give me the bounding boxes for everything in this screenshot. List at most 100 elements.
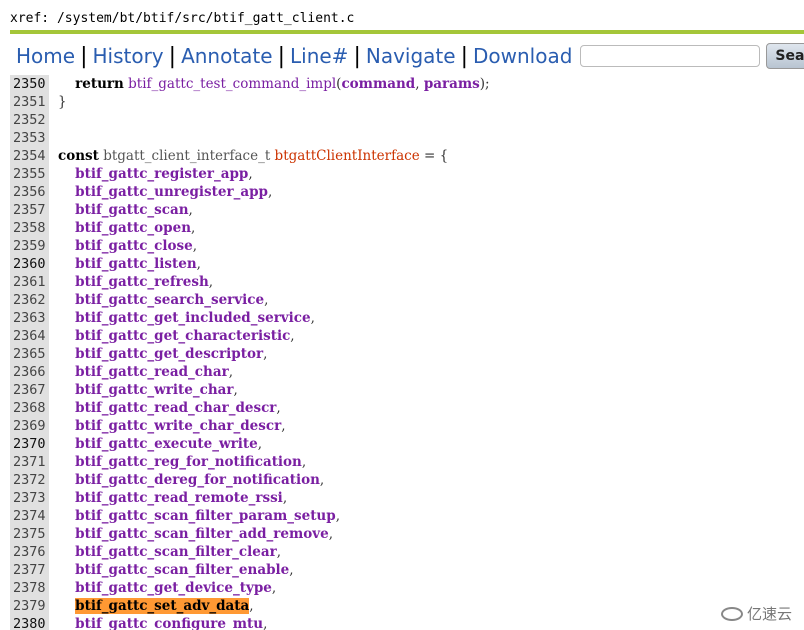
line-number[interactable]: 2379	[10, 597, 49, 615]
line-number[interactable]: 2351	[10, 93, 49, 111]
line-number[interactable]: 2378	[10, 579, 49, 597]
line-number[interactable]: 2350	[10, 75, 49, 93]
line-number[interactable]: 2377	[10, 561, 49, 579]
code-line: 2357 btif_gattc_scan,	[10, 201, 804, 219]
line-number[interactable]: 2374	[10, 507, 49, 525]
symbol-link[interactable]: btif_gattc_search_service	[75, 292, 264, 308]
symbol-link[interactable]: btif_gattc_write_char_descr	[75, 418, 281, 434]
line-number[interactable]: 2360	[10, 255, 49, 273]
line-number[interactable]: 2353	[10, 129, 49, 147]
code-listing: 2350 return btif_gattc_test_command_impl…	[10, 75, 804, 630]
code-line: 2362 btif_gattc_search_service,	[10, 291, 804, 309]
search-hit-symbol[interactable]: btif_gattc_set_adv_data	[75, 598, 250, 614]
code-text: ,	[228, 364, 233, 380]
nav-line-number-link[interactable]: Line#	[286, 43, 352, 69]
nav-home-link[interactable]: Home	[12, 43, 79, 69]
symbol-link[interactable]: btif_gattc_reg_for_notification	[75, 454, 302, 470]
code-line: 2359 btif_gattc_close,	[10, 237, 804, 255]
symbol-link[interactable]: btif_gattc_scan_filter_enable	[75, 562, 289, 578]
source-text: btif_gattc_scan_filter_clear,	[49, 543, 281, 561]
code-line: 2353	[10, 129, 804, 147]
line-number[interactable]: 2358	[10, 219, 49, 237]
line-number[interactable]: 2373	[10, 489, 49, 507]
code-line: 2356 btif_gattc_unregister_app,	[10, 183, 804, 201]
symbol-link[interactable]: btif_gattc_open	[75, 220, 191, 236]
symbol-link[interactable]: btif_gattc_get_included_service	[75, 310, 310, 326]
line-number[interactable]: 2362	[10, 291, 49, 309]
type-name[interactable]: btgatt_client_interface_t	[103, 148, 270, 164]
symbol-link[interactable]: btif_gattc_read_char_descr	[75, 400, 276, 416]
line-number[interactable]: 2354	[10, 147, 49, 165]
line-number[interactable]: 2365	[10, 345, 49, 363]
line-number[interactable]: 2361	[10, 273, 49, 291]
code-text: ,	[208, 274, 214, 290]
symbol-link[interactable]: btif_gattc_execute_write	[75, 436, 258, 452]
code-line: 2371 btif_gattc_reg_for_notification,	[10, 453, 804, 471]
symbol-link[interactable]: btif_gattc_test_command_impl	[128, 76, 336, 92]
symbol-link[interactable]: btif_gattc_refresh	[75, 274, 209, 290]
code-line: 2372 btif_gattc_dereg_for_notification,	[10, 471, 804, 489]
source-text	[49, 111, 58, 129]
code-line: 2364 btif_gattc_get_characteristic,	[10, 327, 804, 345]
symbol-link[interactable]: btif_gattc_get_characteristic	[75, 328, 290, 344]
line-number[interactable]: 2355	[10, 165, 49, 183]
source-text: btif_gattc_write_char,	[49, 381, 238, 399]
symbol-link[interactable]: btif_gattc_register_app	[75, 166, 248, 182]
line-number[interactable]: 2356	[10, 183, 49, 201]
symbol-link[interactable]: btif_gattc_close	[75, 238, 193, 254]
line-number[interactable]: 2367	[10, 381, 49, 399]
nav-navigate-link[interactable]: Navigate	[362, 43, 460, 69]
nav-history-link[interactable]: History	[88, 43, 167, 69]
line-number[interactable]: 2368	[10, 399, 49, 417]
source-text: btif_gattc_set_adv_data,	[49, 597, 254, 615]
line-number[interactable]: 2380	[10, 615, 49, 630]
nav-annotate-link[interactable]: Annotate	[177, 43, 277, 69]
symbol-link[interactable]: btif_gattc_unregister_app	[75, 184, 268, 200]
symbol-link[interactable]: btif_gattc_configure_mtu	[75, 616, 263, 630]
line-number[interactable]: 2376	[10, 543, 49, 561]
symbol-link[interactable]: btif_gattc_scan_filter_clear	[75, 544, 277, 560]
line-number[interactable]: 2372	[10, 471, 49, 489]
nav-separator: |	[277, 43, 285, 69]
source-text: btif_gattc_read_char,	[49, 363, 233, 381]
line-number[interactable]: 2357	[10, 201, 49, 219]
code-line: 2354 const btgatt_client_interface_t btga…	[10, 147, 804, 165]
line-number[interactable]: 2359	[10, 237, 49, 255]
line-number[interactable]: 2364	[10, 327, 49, 345]
line-number[interactable]: 2366	[10, 363, 49, 381]
code-line: 2377 btif_gattc_scan_filter_enable,	[10, 561, 804, 579]
code-text: ,	[249, 598, 254, 614]
symbol-link[interactable]: btif_gattc_read_remote_rssi	[75, 490, 283, 506]
nav-download-link[interactable]: Download	[469, 43, 576, 69]
symbol-link[interactable]: btif_gattc_dereg_for_notification	[75, 472, 320, 488]
code-text: ,	[192, 238, 198, 254]
line-number[interactable]: 2375	[10, 525, 49, 543]
line-number[interactable]: 2370	[10, 435, 49, 453]
symbol-link[interactable]: btif_gattc_get_descriptor	[75, 346, 263, 362]
source-text: btif_gattc_execute_write,	[49, 435, 262, 453]
symbol-link[interactable]: btif_gattc_scan_filter_param_setup	[75, 508, 336, 524]
search-button[interactable]: Search	[766, 43, 804, 69]
symbol-link[interactable]: btif_gattc_listen	[75, 256, 197, 272]
symbol-link[interactable]: btif_gattc_scan	[75, 202, 188, 218]
symbol-link[interactable]: btif_gattc_scan_filter_add_remove	[75, 526, 329, 542]
symbol-link[interactable]: btif_gattc_write_char	[75, 382, 233, 398]
symbol-link[interactable]: btgattClientInterface	[275, 148, 420, 164]
symbol-link[interactable]: params	[424, 76, 480, 92]
symbol-link[interactable]: btif_gattc_read_char	[75, 364, 229, 380]
code-text: ,	[276, 544, 282, 560]
line-number[interactable]: 2371	[10, 453, 49, 471]
search-input[interactable]	[580, 45, 761, 67]
line-number[interactable]: 2369	[10, 417, 49, 435]
source-text: btif_gattc_open,	[49, 219, 195, 237]
symbol-link[interactable]: command	[341, 76, 415, 92]
source-text: const btgatt_client_interface_t btgattCl…	[49, 147, 448, 165]
source-text	[49, 129, 58, 147]
line-number[interactable]: 2352	[10, 111, 49, 129]
symbol-link[interactable]: btif_gattc_get_device_type	[75, 580, 272, 596]
line-number[interactable]: 2363	[10, 309, 49, 327]
